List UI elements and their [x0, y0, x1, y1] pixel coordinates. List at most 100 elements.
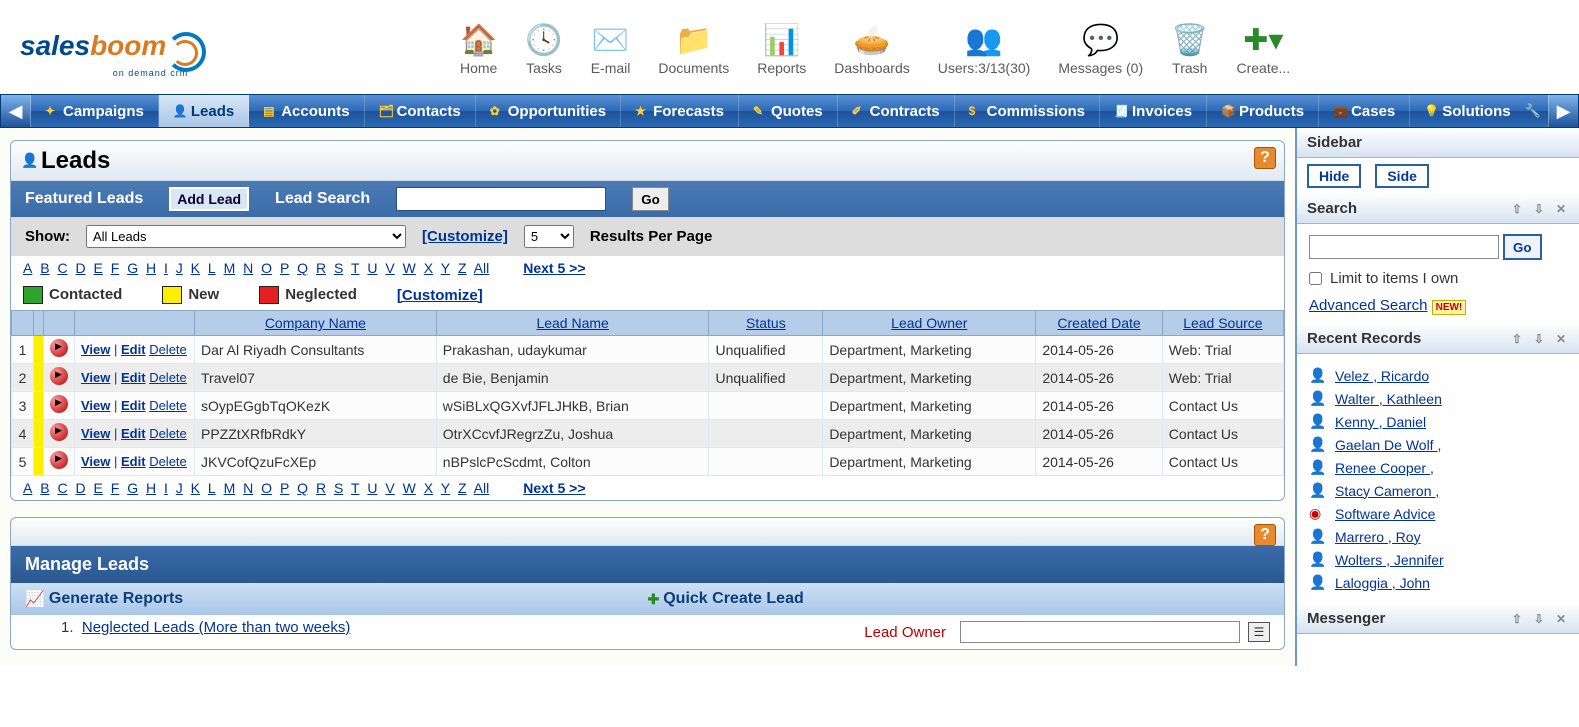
- sidebar-search-go-button[interactable]: Go: [1503, 234, 1542, 260]
- report-link-neglected[interactable]: Neglected Leads (More than two weeks): [82, 619, 350, 636]
- delete-link[interactable]: Delete: [149, 426, 187, 441]
- alpha-m[interactable]: M: [224, 260, 236, 276]
- nav-home[interactable]: 🏠Home: [460, 20, 497, 76]
- alpha-j[interactable]: J: [176, 480, 183, 496]
- tab-cases[interactable]: 💼Cases: [1319, 95, 1410, 127]
- alpha-m[interactable]: M: [224, 480, 236, 496]
- go-icon[interactable]: [50, 423, 68, 441]
- logo[interactable]: salesboom on demand crm: [20, 30, 206, 78]
- limit-own-checkbox[interactable]: [1309, 272, 1322, 285]
- alpha-b[interactable]: B: [40, 260, 49, 276]
- widget-pin-icon[interactable]: ⇩: [1531, 201, 1547, 217]
- sidebar-search-input[interactable]: [1309, 235, 1499, 259]
- go-icon[interactable]: [50, 339, 68, 357]
- alpha-n[interactable]: N: [243, 480, 253, 496]
- alpha-i[interactable]: I: [164, 480, 168, 496]
- alpha-e[interactable]: E: [94, 260, 103, 276]
- col-lead-source[interactable]: Lead Source: [1183, 315, 1262, 331]
- alpha-n[interactable]: N: [243, 260, 253, 276]
- recent-item[interactable]: 👤 Kenny , Daniel: [1309, 410, 1567, 433]
- nav-reports[interactable]: 📊Reports: [757, 20, 806, 76]
- alpha-u[interactable]: U: [367, 260, 377, 276]
- edit-link[interactable]: Edit: [121, 454, 146, 469]
- edit-link[interactable]: Edit: [121, 370, 146, 385]
- lookup-icon[interactable]: ☰: [1248, 622, 1270, 642]
- col-created-date[interactable]: Created Date: [1057, 315, 1140, 331]
- widget-up-icon[interactable]: ⇧: [1509, 331, 1525, 347]
- tabs-scroll-left[interactable]: ◀: [1, 95, 31, 127]
- col-status[interactable]: Status: [746, 315, 786, 331]
- delete-link[interactable]: Delete: [149, 342, 187, 357]
- help-button[interactable]: ?: [1254, 524, 1276, 546]
- alpha-o[interactable]: O: [261, 480, 272, 496]
- alpha-o[interactable]: O: [261, 260, 272, 276]
- tab-leads[interactable]: 👤Leads: [159, 95, 249, 127]
- edit-link[interactable]: Edit: [121, 398, 146, 413]
- nav-trash[interactable]: 🗑️Trash: [1171, 20, 1208, 76]
- recent-item[interactable]: 👤 Laloggia , John: [1309, 571, 1567, 594]
- tabs-scroll-right[interactable]: ▶: [1548, 95, 1578, 127]
- alpha-l[interactable]: L: [208, 260, 216, 276]
- results-per-page-select[interactable]: 5: [524, 225, 574, 248]
- nav-documents[interactable]: 📁Documents: [658, 20, 729, 76]
- nav-create[interactable]: ✚▾Create...: [1237, 20, 1291, 76]
- alpha-s[interactable]: S: [334, 480, 343, 496]
- alpha-b[interactable]: B: [40, 480, 49, 496]
- tab-opportunities[interactable]: ✿Opportunities: [476, 95, 621, 127]
- alpha-g[interactable]: G: [127, 260, 138, 276]
- sidebar-side-button[interactable]: Side: [1375, 164, 1429, 188]
- recent-item[interactable]: 👤 Gaelan De Wolf ,: [1309, 433, 1567, 456]
- col-lead-name[interactable]: Lead Name: [536, 315, 608, 331]
- alpha-q[interactable]: Q: [297, 260, 308, 276]
- lead-search-go-button[interactable]: Go: [632, 187, 669, 211]
- recent-item[interactable]: 👤 Walter , Kathleen: [1309, 387, 1567, 410]
- alpha-all[interactable]: All: [474, 260, 490, 276]
- show-filter-select[interactable]: All Leads: [86, 225, 406, 248]
- edit-link[interactable]: Edit: [121, 342, 146, 357]
- alpha-f[interactable]: F: [111, 260, 120, 276]
- col-lead-owner[interactable]: Lead Owner: [891, 315, 967, 331]
- customize-show-link[interactable]: [Customize]: [422, 228, 508, 245]
- alpha-y[interactable]: Y: [441, 260, 450, 276]
- alpha-z[interactable]: Z: [458, 480, 467, 496]
- next-page-link-bottom[interactable]: Next 5 >>: [523, 480, 585, 496]
- col-company-name[interactable]: Company Name: [265, 315, 366, 331]
- alpha-d[interactable]: D: [75, 260, 85, 276]
- delete-link[interactable]: Delete: [149, 398, 187, 413]
- alpha-t[interactable]: T: [351, 480, 360, 496]
- alpha-w[interactable]: W: [403, 260, 416, 276]
- alpha-e[interactable]: E: [94, 480, 103, 496]
- alpha-y[interactable]: Y: [441, 480, 450, 496]
- alpha-x[interactable]: X: [424, 480, 433, 496]
- tab-forecasts[interactable]: ★Forecasts: [621, 95, 739, 127]
- tab-quotes[interactable]: ✎Quotes: [739, 95, 838, 127]
- nav-messages[interactable]: 💬Messages (0): [1058, 20, 1143, 76]
- alpha-k[interactable]: K: [191, 260, 200, 276]
- tab-contacts[interactable]: 🗂Contacts: [365, 95, 476, 127]
- tab-contracts[interactable]: ✐Contracts: [838, 95, 955, 127]
- delete-link[interactable]: Delete: [149, 454, 187, 469]
- alpha-u[interactable]: U: [367, 480, 377, 496]
- alpha-l[interactable]: L: [208, 480, 216, 496]
- lead-search-input[interactable]: [396, 187, 606, 211]
- tabs-tools-icon[interactable]: 🔧: [1518, 95, 1548, 127]
- tab-products[interactable]: 📦Products: [1207, 95, 1319, 127]
- recent-item[interactable]: 👤 Wolters , Jennifer: [1309, 548, 1567, 571]
- go-icon[interactable]: [50, 367, 68, 385]
- view-link[interactable]: View: [81, 398, 110, 413]
- tab-campaigns[interactable]: ✦Campaigns: [31, 95, 159, 127]
- nav-email[interactable]: ✉️E-mail: [591, 20, 631, 76]
- go-icon[interactable]: [50, 451, 68, 469]
- alpha-k[interactable]: K: [191, 480, 200, 496]
- alpha-g[interactable]: G: [127, 480, 138, 496]
- alpha-v[interactable]: V: [385, 480, 394, 496]
- tab-accounts[interactable]: ▤Accounts: [249, 95, 364, 127]
- nav-tasks[interactable]: 🕓Tasks: [525, 20, 562, 76]
- alpha-c[interactable]: C: [57, 480, 67, 496]
- recent-item[interactable]: 👤 Renee Cooper ,: [1309, 456, 1567, 479]
- alpha-c[interactable]: C: [57, 260, 67, 276]
- view-link[interactable]: View: [81, 370, 110, 385]
- tab-invoices[interactable]: 🧾Invoices: [1100, 95, 1207, 127]
- edit-link[interactable]: Edit: [121, 426, 146, 441]
- tab-commissions[interactable]: $Commissions: [955, 95, 1100, 127]
